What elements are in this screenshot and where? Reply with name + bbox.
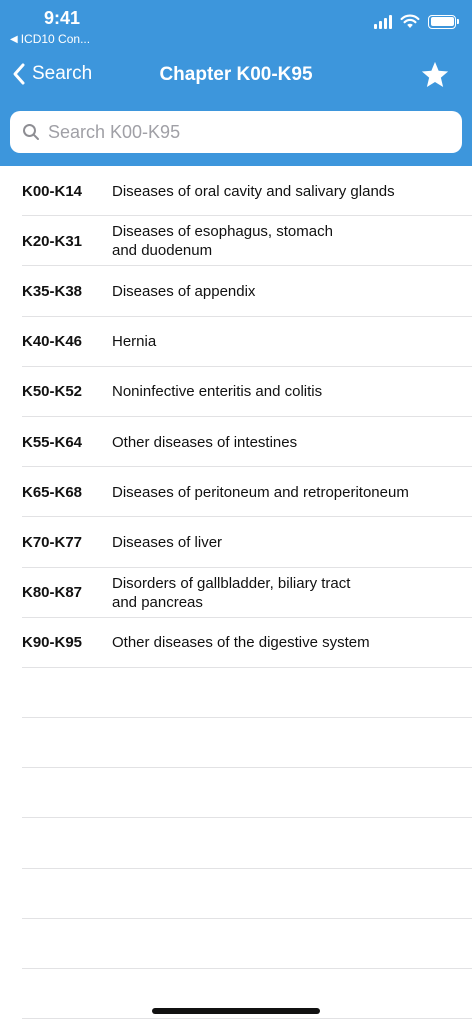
empty-table-row xyxy=(0,919,472,970)
list-item[interactable]: K35-K38 Diseases of appendix xyxy=(0,266,472,317)
list-item[interactable]: K20-K31 Diseases of esophagus, stomach an… xyxy=(0,216,472,267)
search-input[interactable] xyxy=(48,121,438,143)
favorite-button[interactable] xyxy=(420,60,450,95)
block-code: K65-K68 xyxy=(22,483,83,501)
list-item[interactable]: K90-K95 Other diseases of the digestive s… xyxy=(0,618,472,669)
status-icons xyxy=(374,14,459,29)
empty-table-row xyxy=(0,818,472,869)
list-item[interactable]: K00-K14 Diseases of oral cavity and saliv… xyxy=(0,166,472,217)
block-description: Diseases of oral cavity and salivary gla… xyxy=(112,182,395,200)
block-description: Disorders of gallbladder, biliary tract … xyxy=(112,574,351,611)
block-code: K50-K52 xyxy=(22,383,83,401)
block-code: K40-K46 xyxy=(22,333,83,351)
block-code: K90-K95 xyxy=(22,634,83,652)
status-time: 9:41 xyxy=(44,8,81,28)
search-bar[interactable] xyxy=(10,111,462,153)
home-indicator[interactable] xyxy=(152,1008,320,1014)
block-code: K00-K14 xyxy=(22,182,83,200)
empty-table-row xyxy=(0,668,472,719)
block-description: Diseases of appendix xyxy=(112,282,256,300)
back-button[interactable]: Search xyxy=(12,62,92,86)
empty-table-row xyxy=(0,768,472,819)
chapter-block-list: K00-K14 Diseases of oral cavity and saliv… xyxy=(0,166,472,1020)
block-description: Diseases of liver xyxy=(112,533,223,551)
back-button-label: Search xyxy=(32,63,93,84)
list-item[interactable]: K50-K52 Noninfective enteritis and coliti… xyxy=(0,367,472,418)
block-code: K70-K77 xyxy=(22,533,83,551)
star-icon xyxy=(421,61,449,87)
list-item[interactable]: K80-K87 Disorders of gallbladder, biliary… xyxy=(0,568,472,618)
list-item[interactable]: K40-K46 Hernia xyxy=(0,317,472,367)
block-code: K20-K31 xyxy=(22,232,83,250)
cellular-signal-icon xyxy=(374,14,392,29)
back-triangle-icon: ◀ xyxy=(10,33,18,45)
block-description: Noninfective enteritis and colitis xyxy=(112,383,323,401)
block-code: K80-K87 xyxy=(22,584,83,602)
block-description: Hernia xyxy=(112,333,157,351)
list-item[interactable]: K65-K68 Diseases of peritoneum and retrop… xyxy=(0,467,472,518)
search-icon xyxy=(23,124,39,140)
wifi-icon xyxy=(400,14,420,28)
empty-table-row xyxy=(0,869,472,920)
block-code: K35-K38 xyxy=(22,282,83,300)
list-item[interactable]: K55-K64 Other diseases of intestines xyxy=(0,417,472,468)
navigation-header: 9:41 ◀ ICD10 Con... Search Chapter K00-K… xyxy=(0,0,472,166)
block-description: Diseases of peritoneum and retroperitone… xyxy=(112,483,409,501)
block-description: Diseases of esophagus, stomach and duode… xyxy=(112,223,333,260)
status-back-to-app[interactable]: ◀ ICD10 Con... xyxy=(10,32,90,46)
list-item[interactable]: K70-K77 Diseases of liver xyxy=(0,517,472,568)
block-description: Other diseases of the digestive system xyxy=(112,634,370,652)
block-description: Other diseases of intestines xyxy=(112,433,298,451)
status-back-label: ICD10 Con... xyxy=(20,32,91,46)
chevron-left-icon xyxy=(13,63,25,85)
empty-table-row xyxy=(0,718,472,769)
battery-icon xyxy=(428,14,459,29)
block-code: K55-K64 xyxy=(22,433,83,451)
